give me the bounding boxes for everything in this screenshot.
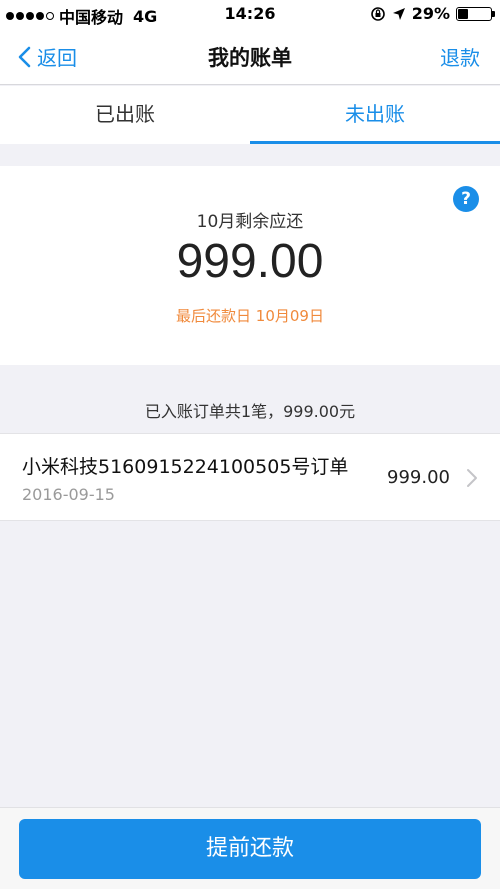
tab-unbilled[interactable]: 未出账 <box>250 86 500 144</box>
remaining-due-label: 10月剩余应还 <box>196 212 304 232</box>
chevron-right-icon <box>467 469 477 487</box>
navigation-bar: 返回 我的账单 退款 <box>0 30 500 85</box>
battery-icon <box>456 6 495 21</box>
order-row[interactable]: 小米科技5160915224100505号订单 2016-09-15 999.0… <box>0 433 500 521</box>
bill-summary-card: ? 10月剩余应还 999.00 最后还款日 10月09日 <box>0 166 500 365</box>
order-date: 2016-09-15 <box>22 485 115 504</box>
early-repay-button[interactable]: 提前还款 <box>19 819 481 879</box>
bottom-action-bar: 提前还款 <box>0 807 500 889</box>
battery-cap <box>492 10 495 17</box>
orientation-lock-icon <box>370 6 385 21</box>
bill-tabs: 已出账 未出账 <box>0 86 500 144</box>
tab-billed[interactable]: 已出账 <box>0 86 250 144</box>
status-bar: 中国移动 4G 14:26 29% <box>0 0 500 30</box>
due-date-text: 最后还款日 10月09日 <box>176 307 324 325</box>
refund-button[interactable]: 退款 <box>440 42 480 71</box>
orders-summary: 已入账订单共1笔，999.00元 <box>144 402 356 421</box>
order-title: 小米科技5160915224100505号订单 <box>22 456 349 478</box>
location-arrow-icon <box>392 7 405 20</box>
battery-fill <box>458 8 468 19</box>
order-amount: 999.00 <box>387 467 450 488</box>
page-title: 我的账单 <box>208 46 292 70</box>
battery-percent: 29% <box>411 4 450 23</box>
status-right: 29% <box>370 4 495 23</box>
remaining-due-amount: 999.00 <box>176 235 324 288</box>
